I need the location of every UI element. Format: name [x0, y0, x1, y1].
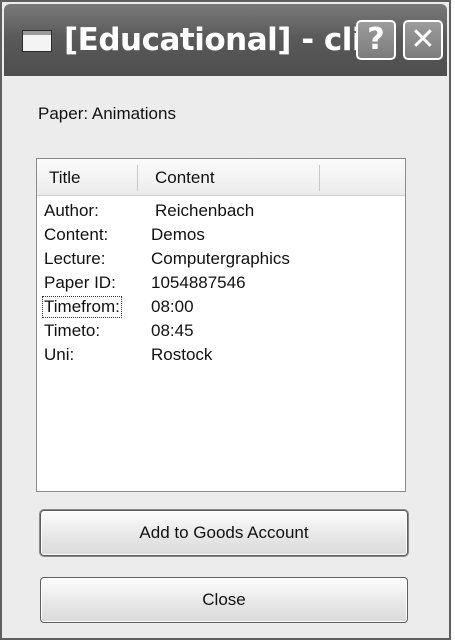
window-icon: [22, 30, 52, 52]
list-rows: Author: Reichenbach Content: Demos Lectu…: [41, 199, 405, 367]
list-item[interactable]: Author: Reichenbach: [41, 199, 405, 223]
list-header: Title Content: [37, 159, 405, 196]
list-item-focused[interactable]: Timefrom: 08:00: [41, 295, 405, 319]
help-button[interactable]: ?: [356, 20, 396, 60]
paper-label: Paper: Animations: [38, 104, 176, 123]
add-to-goods-account-button[interactable]: Add to Goods Account: [40, 510, 408, 556]
list-item[interactable]: Content: Demos: [41, 223, 405, 247]
list-item[interactable]: Paper ID: 1054887546: [41, 271, 405, 295]
dialog-window: [Educational] - cli... ? ✕ Paper: Animat…: [0, 0, 451, 640]
row-value: 08:45: [151, 321, 194, 340]
row-value: 08:00: [151, 297, 194, 316]
window-title: [Educational] - cli...: [64, 22, 396, 58]
row-key: Timefrom:: [42, 296, 122, 318]
close-icon: ✕: [410, 22, 436, 57]
list-item[interactable]: Timeto: 08:45: [41, 319, 405, 343]
column-divider[interactable]: [319, 165, 320, 191]
close-button[interactable]: Close: [40, 577, 408, 623]
row-key: Paper ID:: [44, 273, 116, 292]
window-close-button[interactable]: ✕: [403, 20, 443, 60]
row-key: Uni:: [44, 345, 75, 364]
details-list[interactable]: Title Content Author: Reichenbach Conten…: [36, 158, 406, 492]
row-value: 1054887546: [151, 273, 246, 292]
column-header-content[interactable]: Content: [155, 159, 215, 195]
column-header-title[interactable]: Title: [49, 159, 81, 195]
help-icon: ?: [367, 22, 385, 57]
row-value: Computergraphics: [151, 249, 290, 268]
row-key: Author:: [44, 201, 99, 220]
title-bar[interactable]: [Educational] - cli... ? ✕: [4, 4, 447, 76]
row-key: Timeto:: [44, 321, 101, 340]
row-value: Rostock: [151, 345, 213, 364]
list-item[interactable]: Lecture: Computergraphics: [41, 247, 405, 271]
list-item[interactable]: Uni: Rostock: [41, 343, 405, 367]
column-divider[interactable]: [137, 165, 138, 191]
row-value: Reichenbach: [155, 201, 255, 220]
row-value: Demos: [151, 225, 205, 244]
row-key: Lecture:: [44, 249, 106, 268]
row-key: Content:: [44, 225, 109, 244]
